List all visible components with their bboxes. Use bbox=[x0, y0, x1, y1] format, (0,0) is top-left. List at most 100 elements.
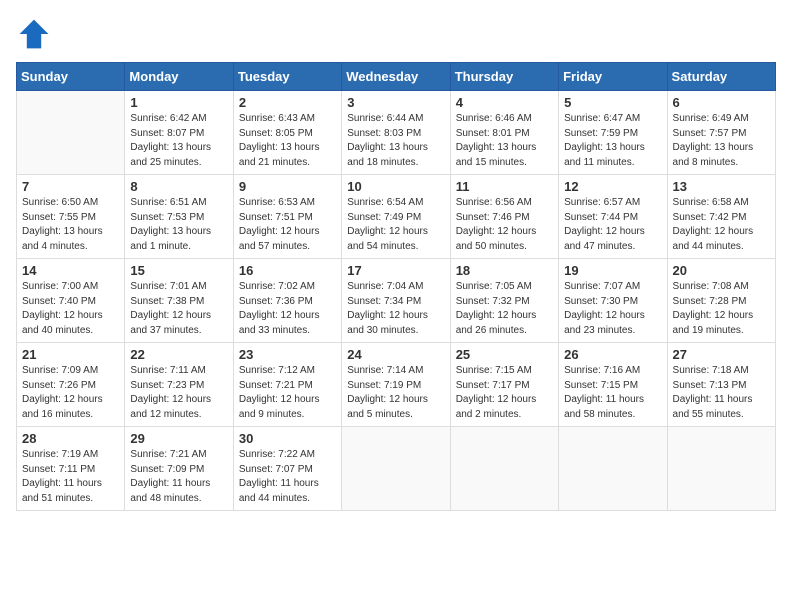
day-info: Sunrise: 6:53 AMSunset: 7:51 PMDaylight:… bbox=[239, 196, 336, 254]
calendar-day-cell bbox=[667, 427, 775, 511]
calendar-day-cell: 9 Sunrise: 6:53 AMSunset: 7:51 PMDaylight… bbox=[233, 175, 341, 259]
day-number: 18 bbox=[456, 263, 553, 278]
day-number: 29 bbox=[130, 431, 227, 446]
day-number: 12 bbox=[564, 179, 661, 194]
day-info: Sunrise: 6:46 AMSunset: 8:01 PMDaylight:… bbox=[456, 112, 553, 170]
day-number: 16 bbox=[239, 263, 336, 278]
day-of-week-header: Wednesday bbox=[342, 63, 450, 91]
calendar-day-cell: 18 Sunrise: 7:05 AMSunset: 7:32 PMDayligh… bbox=[450, 259, 558, 343]
day-info: Sunrise: 6:44 AMSunset: 8:03 PMDaylight:… bbox=[347, 112, 444, 170]
day-info: Sunrise: 7:22 AMSunset: 7:07 PMDaylight:… bbox=[239, 448, 336, 506]
day-number: 5 bbox=[564, 95, 661, 110]
day-number: 21 bbox=[22, 347, 119, 362]
calendar-day-cell: 21Sunrise: 7:09 AMSunset: 7:26 PMDayligh… bbox=[17, 343, 125, 427]
day-info: Sunrise: 6:56 AMSunset: 7:46 PMDaylight:… bbox=[456, 196, 553, 254]
calendar-day-cell: 23 Sunrise: 7:12 AMSunset: 7:21 PMDayligh… bbox=[233, 343, 341, 427]
calendar-day-cell bbox=[342, 427, 450, 511]
calendar-day-cell: 30 Sunrise: 7:22 AMSunset: 7:07 PMDayligh… bbox=[233, 427, 341, 511]
day-info: Sunrise: 6:54 AMSunset: 7:49 PMDaylight:… bbox=[347, 196, 444, 254]
day-number: 2 bbox=[239, 95, 336, 110]
day-of-week-header: Sunday bbox=[17, 63, 125, 91]
calendar-day-cell: 17 Sunrise: 7:04 AMSunset: 7:34 PMDayligh… bbox=[342, 259, 450, 343]
day-of-week-header: Monday bbox=[125, 63, 233, 91]
day-info: Sunrise: 7:18 AMSunset: 7:13 PMDaylight:… bbox=[673, 364, 770, 422]
day-number: 15 bbox=[130, 263, 227, 278]
day-number: 7 bbox=[22, 179, 119, 194]
logo bbox=[16, 16, 56, 52]
day-number: 22 bbox=[130, 347, 227, 362]
day-number: 14 bbox=[22, 263, 119, 278]
calendar-day-cell: 1 Sunrise: 6:42 AMSunset: 8:07 PMDaylight… bbox=[125, 91, 233, 175]
day-number: 9 bbox=[239, 179, 336, 194]
day-info: Sunrise: 7:19 AMSunset: 7:11 PMDaylight:… bbox=[22, 448, 119, 506]
calendar-day-cell bbox=[559, 427, 667, 511]
day-info: Sunrise: 7:16 AMSunset: 7:15 PMDaylight:… bbox=[564, 364, 661, 422]
day-number: 24 bbox=[347, 347, 444, 362]
calendar-day-cell: 11 Sunrise: 6:56 AMSunset: 7:46 PMDayligh… bbox=[450, 175, 558, 259]
day-info: Sunrise: 7:08 AMSunset: 7:28 PMDaylight:… bbox=[673, 280, 770, 338]
day-number: 26 bbox=[564, 347, 661, 362]
day-number: 20 bbox=[673, 263, 770, 278]
calendar-week-row: 28 Sunrise: 7:19 AMSunset: 7:11 PMDayligh… bbox=[17, 427, 776, 511]
day-number: 19 bbox=[564, 263, 661, 278]
day-number: 4 bbox=[456, 95, 553, 110]
calendar-day-cell: 28 Sunrise: 7:19 AMSunset: 7:11 PMDayligh… bbox=[17, 427, 125, 511]
calendar-day-cell: 13 Sunrise: 6:58 AMSunset: 7:42 PMDayligh… bbox=[667, 175, 775, 259]
calendar-week-row: 1 Sunrise: 6:42 AMSunset: 8:07 PMDaylight… bbox=[17, 91, 776, 175]
day-number: 23 bbox=[239, 347, 336, 362]
calendar-day-cell: 27 Sunrise: 7:18 AMSunset: 7:13 PMDayligh… bbox=[667, 343, 775, 427]
day-info: Sunrise: 7:02 AMSunset: 7:36 PMDaylight:… bbox=[239, 280, 336, 338]
day-info: Sunrise: 7:04 AMSunset: 7:34 PMDaylight:… bbox=[347, 280, 444, 338]
calendar-day-cell: 16 Sunrise: 7:02 AMSunset: 7:36 PMDayligh… bbox=[233, 259, 341, 343]
day-number: 6 bbox=[673, 95, 770, 110]
calendar-day-cell: 7 Sunrise: 6:50 AMSunset: 7:55 PMDaylight… bbox=[17, 175, 125, 259]
calendar-day-cell bbox=[450, 427, 558, 511]
calendar-day-cell: 19 Sunrise: 7:07 AMSunset: 7:30 PMDayligh… bbox=[559, 259, 667, 343]
day-info: Sunrise: 6:51 AMSunset: 7:53 PMDaylight:… bbox=[130, 196, 227, 254]
day-number: 30 bbox=[239, 431, 336, 446]
day-number: 17 bbox=[347, 263, 444, 278]
day-number: 11 bbox=[456, 179, 553, 194]
calendar-day-cell: 14 Sunrise: 7:00 AMSunset: 7:40 PMDayligh… bbox=[17, 259, 125, 343]
day-of-week-header: Thursday bbox=[450, 63, 558, 91]
day-number: 27 bbox=[673, 347, 770, 362]
calendar-day-cell: 24Sunrise: 7:14 AMSunset: 7:19 PMDayligh… bbox=[342, 343, 450, 427]
day-info: Sunrise: 6:43 AMSunset: 8:05 PMDaylight:… bbox=[239, 112, 336, 170]
day-info: Sunrise: 7:12 AMSunset: 7:21 PMDaylight:… bbox=[239, 364, 336, 422]
calendar-day-cell: 26 Sunrise: 7:16 AMSunset: 7:15 PMDayligh… bbox=[559, 343, 667, 427]
day-info: Sunrise: 7:01 AMSunset: 7:38 PMDaylight:… bbox=[130, 280, 227, 338]
day-info: Sunrise: 7:00 AMSunset: 7:40 PMDaylight:… bbox=[22, 280, 119, 338]
day-info: Sunrise: 7:11 AMSunset: 7:23 PMDaylight:… bbox=[130, 364, 227, 422]
day-info: Sunrise: 6:57 AMSunset: 7:44 PMDaylight:… bbox=[564, 196, 661, 254]
logo-icon bbox=[16, 16, 52, 52]
calendar-day-cell: 20 Sunrise: 7:08 AMSunset: 7:28 PMDayligh… bbox=[667, 259, 775, 343]
day-number: 13 bbox=[673, 179, 770, 194]
day-number: 8 bbox=[130, 179, 227, 194]
day-info: Sunrise: 7:07 AMSunset: 7:30 PMDaylight:… bbox=[564, 280, 661, 338]
calendar-week-row: 7 Sunrise: 6:50 AMSunset: 7:55 PMDaylight… bbox=[17, 175, 776, 259]
calendar-day-cell: 3Sunrise: 6:44 AMSunset: 8:03 PMDaylight… bbox=[342, 91, 450, 175]
calendar-week-row: 14 Sunrise: 7:00 AMSunset: 7:40 PMDayligh… bbox=[17, 259, 776, 343]
calendar-day-cell: 5Sunrise: 6:47 AMSunset: 7:59 PMDaylight… bbox=[559, 91, 667, 175]
day-of-week-header: Tuesday bbox=[233, 63, 341, 91]
day-info: Sunrise: 6:42 AMSunset: 8:07 PMDaylight:… bbox=[130, 112, 227, 170]
calendar-day-cell: 25 Sunrise: 7:15 AMSunset: 7:17 PMDayligh… bbox=[450, 343, 558, 427]
calendar-day-cell: 4 Sunrise: 6:46 AMSunset: 8:01 PMDaylight… bbox=[450, 91, 558, 175]
calendar-header-row: SundayMondayTuesdayWednesdayThursdayFrid… bbox=[17, 63, 776, 91]
day-number: 28 bbox=[22, 431, 119, 446]
day-info: Sunrise: 7:15 AMSunset: 7:17 PMDaylight:… bbox=[456, 364, 553, 422]
calendar-day-cell: 8 Sunrise: 6:51 AMSunset: 7:53 PMDaylight… bbox=[125, 175, 233, 259]
calendar-day-cell: 10Sunrise: 6:54 AMSunset: 7:49 PMDayligh… bbox=[342, 175, 450, 259]
day-number: 25 bbox=[456, 347, 553, 362]
day-info: Sunrise: 6:58 AMSunset: 7:42 PMDaylight:… bbox=[673, 196, 770, 254]
calendar-day-cell: 15 Sunrise: 7:01 AMSunset: 7:38 PMDayligh… bbox=[125, 259, 233, 343]
page-header bbox=[16, 16, 776, 52]
calendar: SundayMondayTuesdayWednesdayThursdayFrid… bbox=[16, 62, 776, 511]
day-info: Sunrise: 7:05 AMSunset: 7:32 PMDaylight:… bbox=[456, 280, 553, 338]
day-of-week-header: Friday bbox=[559, 63, 667, 91]
calendar-day-cell: 29Sunrise: 7:21 AMSunset: 7:09 PMDayligh… bbox=[125, 427, 233, 511]
day-info: Sunrise: 6:50 AMSunset: 7:55 PMDaylight:… bbox=[22, 196, 119, 254]
calendar-day-cell: 2 Sunrise: 6:43 AMSunset: 8:05 PMDaylight… bbox=[233, 91, 341, 175]
day-number: 1 bbox=[130, 95, 227, 110]
day-of-week-header: Saturday bbox=[667, 63, 775, 91]
